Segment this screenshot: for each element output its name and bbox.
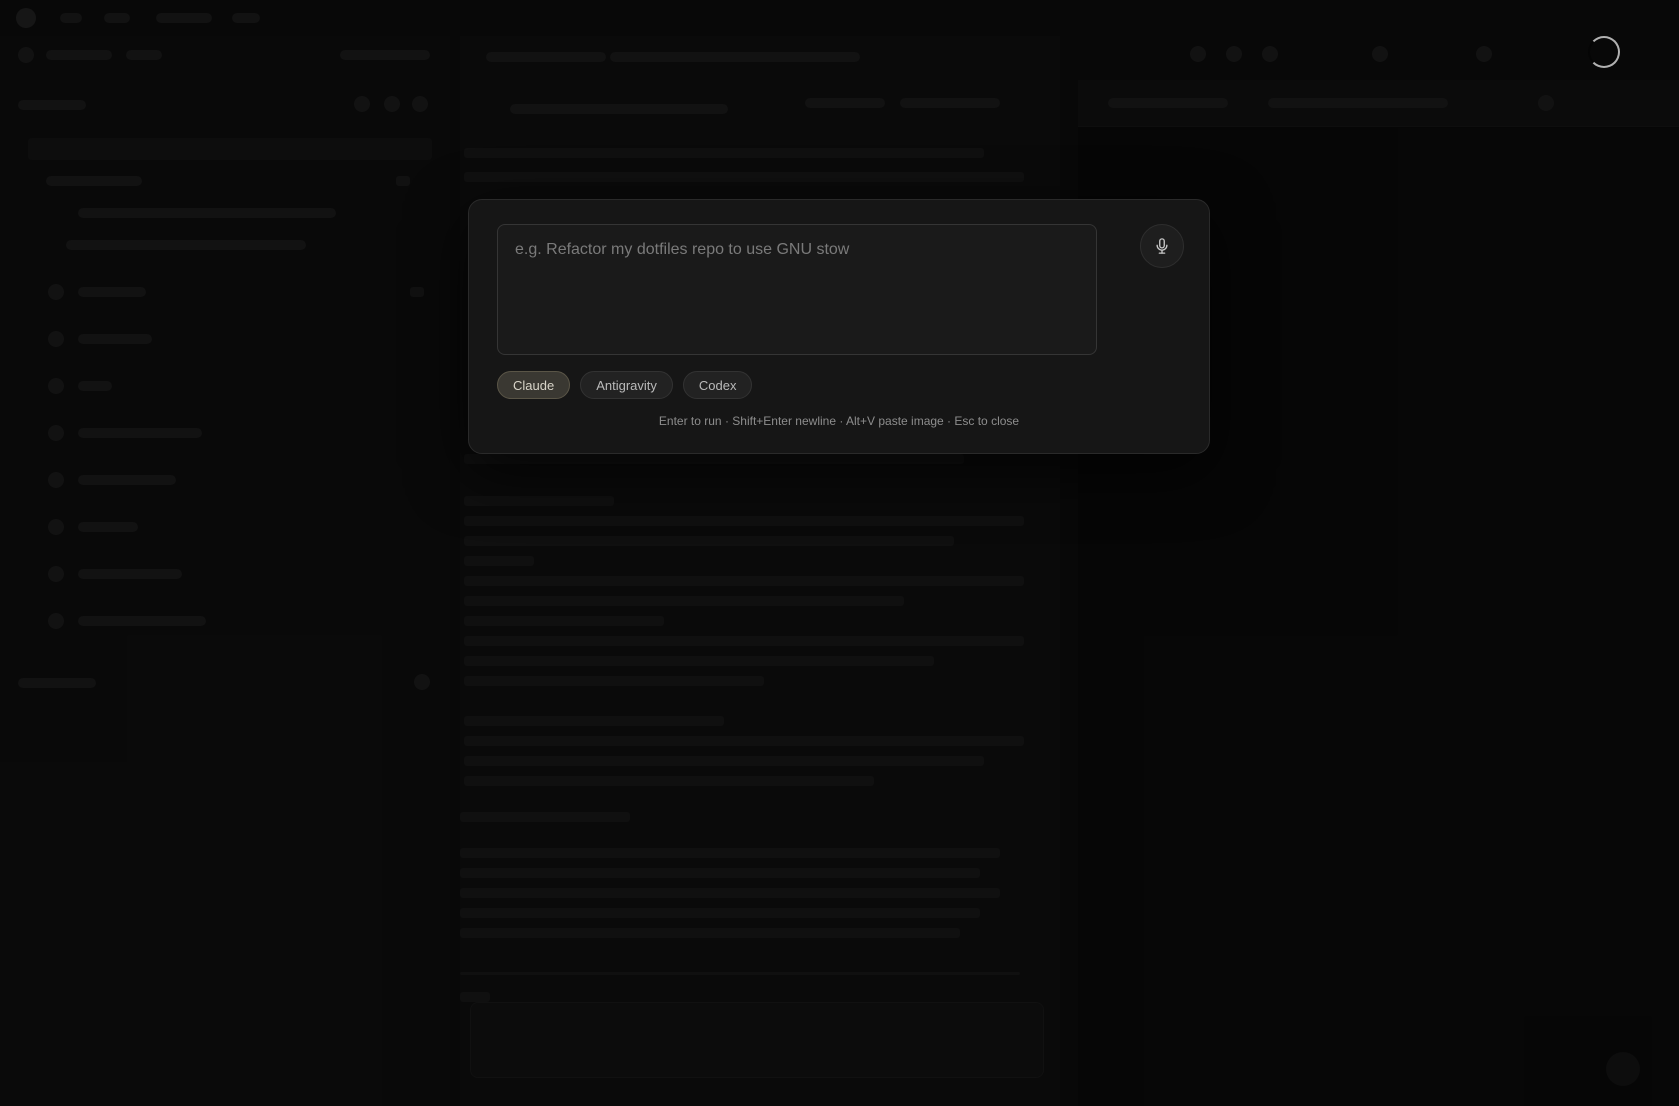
agent-selector: Claude Antigravity Codex xyxy=(497,371,753,399)
keyboard-hint: Enter to run · Shift+Enter newline · Alt… xyxy=(658,414,1020,428)
agent-chip-claude[interactable]: Claude xyxy=(497,371,571,399)
microphone-icon xyxy=(1156,238,1168,254)
voice-input-button[interactable] xyxy=(1140,224,1184,268)
app-window: e.g. Refactor my dotfiles repo to use GN… xyxy=(0,0,1679,1106)
agent-chip-codex[interactable]: Codex xyxy=(682,371,753,399)
prompt-placeholder: e.g. Refactor my dotfiles repo to use GN… xyxy=(515,241,850,258)
quick-run-dialog: e.g. Refactor my dotfiles repo to use GN… xyxy=(468,199,1210,454)
prompt-input[interactable]: e.g. Refactor my dotfiles repo to use GN… xyxy=(497,224,1097,355)
agent-chip-antigravity[interactable]: Antigravity xyxy=(580,371,673,399)
modal-backdrop[interactable] xyxy=(0,0,1679,1106)
